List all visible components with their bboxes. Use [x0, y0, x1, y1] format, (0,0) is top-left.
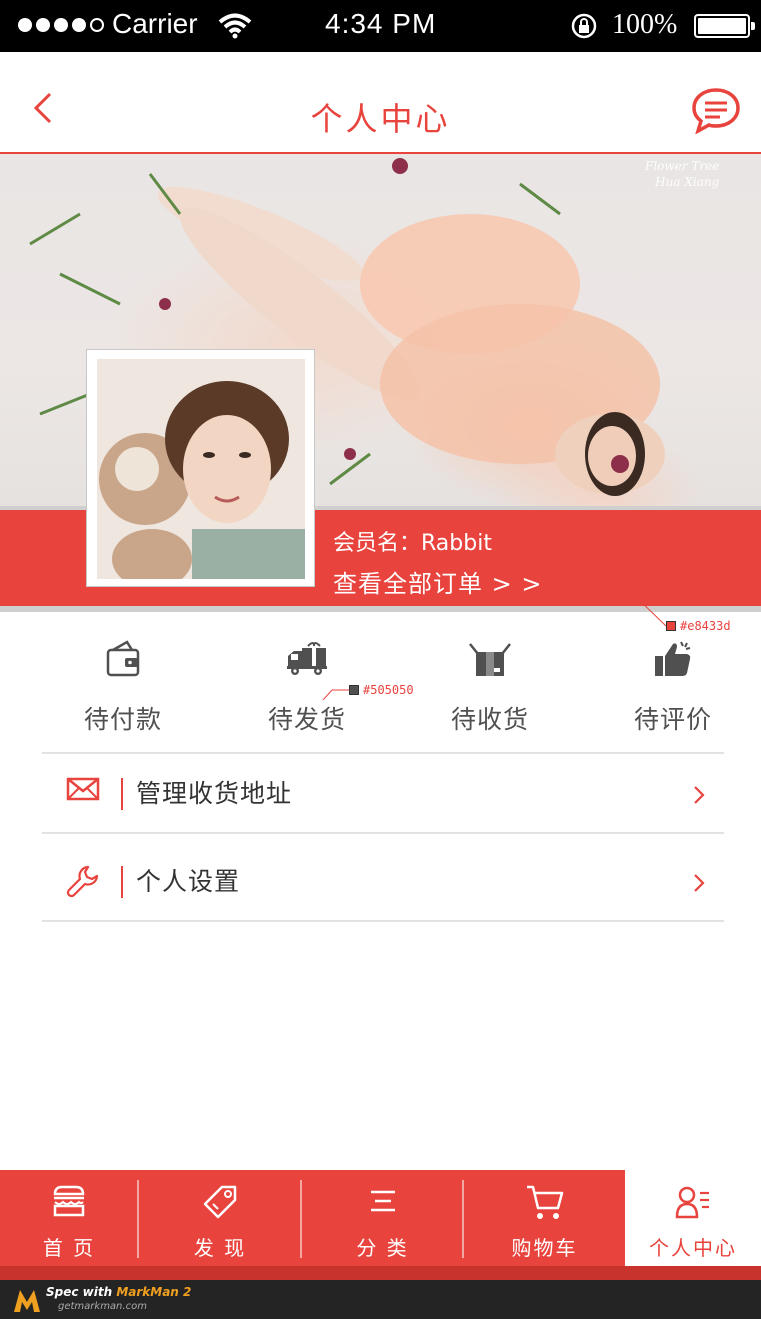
tab-label: 首 页 — [42, 1236, 96, 1260]
list-icon — [366, 1184, 400, 1222]
order-status-row: 待付款 待发货 待收货 待评价 — [42, 628, 724, 754]
markman-logo-icon — [12, 1286, 42, 1318]
chevron-right-icon — [692, 784, 706, 810]
markman-brand: Spec with MarkMan 2 — [46, 1285, 192, 1299]
menu-item-label: 个人设置 — [136, 867, 241, 896]
tab-cart[interactable]: 购物车 — [464, 1170, 625, 1266]
menu-item-personal-settings[interactable]: 个人设置 — [42, 842, 724, 922]
user-profile-icon — [675, 1184, 711, 1224]
tab-discover[interactable]: 发 现 — [139, 1170, 301, 1266]
thumbs-up-icon — [653, 640, 693, 682]
spec-pointer-lines — [322, 558, 667, 700]
order-status-label: 待评价 — [633, 705, 712, 734]
menu-item-label: 管理收货地址 — [136, 779, 293, 808]
package-box-icon — [468, 640, 512, 682]
order-status-label: 待付款 — [83, 705, 162, 734]
wrench-icon — [66, 864, 100, 902]
divider — [121, 866, 123, 898]
order-status-awaiting-review[interactable]: 待评价 — [598, 628, 748, 748]
order-status-awaiting-shipment[interactable]: 待发货 — [232, 628, 382, 748]
tab-label: 个人中心 — [649, 1236, 737, 1260]
bottom-tab-bar: 首 页 发 现 分 类 购物车 个人中心 — [0, 1170, 761, 1280]
menu-item-manage-address[interactable]: 管理收货地址 — [42, 754, 724, 834]
markman-url: getmarkman.com — [58, 1301, 147, 1312]
envelope-icon — [66, 776, 100, 806]
delivery-truck-icon — [286, 640, 328, 680]
tab-label: 分 类 — [356, 1236, 409, 1260]
order-status-awaiting-receipt[interactable]: 待收货 — [415, 628, 565, 748]
order-status-pending-payment[interactable]: 待付款 — [48, 628, 198, 748]
page: Carrier 4:34 PM 100% 个人中心 Flower Tree Hu… — [0, 0, 761, 1319]
tab-profile[interactable]: 个人中心 — [625, 1170, 761, 1266]
tab-label: 发 现 — [193, 1236, 247, 1260]
order-status-label: 待收货 — [450, 705, 529, 734]
tab-categories[interactable]: 分 类 — [302, 1170, 463, 1266]
cart-icon — [525, 1184, 565, 1226]
tab-home[interactable]: 首 页 — [0, 1170, 138, 1266]
tag-icon — [202, 1184, 238, 1224]
divider — [121, 778, 123, 810]
order-status-label: 待发货 — [267, 705, 346, 734]
wallet-icon — [105, 640, 141, 682]
tab-label: 购物车 — [511, 1236, 578, 1260]
chevron-right-icon — [692, 872, 706, 898]
markman-footer: Spec with MarkMan 2 getmarkman.com — [0, 1280, 761, 1319]
store-icon — [51, 1184, 87, 1222]
